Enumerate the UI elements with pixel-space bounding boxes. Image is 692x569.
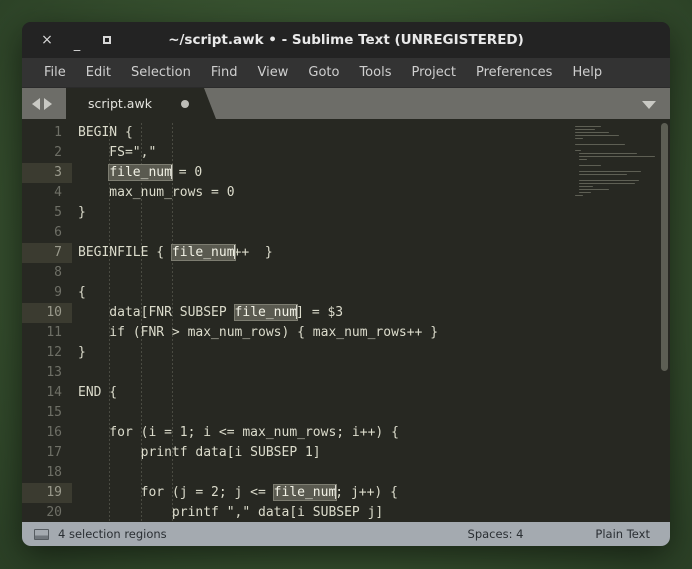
menu-item-goto[interactable]: Goto bbox=[298, 61, 349, 84]
code-text: data[FNR SUBSEP bbox=[78, 305, 235, 320]
tab-script-awk[interactable]: script.awk bbox=[66, 88, 216, 119]
tab-bar: script.awk bbox=[22, 88, 670, 119]
line-number-18[interactable]: 18 bbox=[22, 463, 72, 483]
line-number-9[interactable]: 9 bbox=[22, 283, 72, 303]
selection-region[interactable]: file_num bbox=[108, 164, 173, 181]
code-line-8[interactable] bbox=[78, 263, 569, 283]
status-bar: 4 selection regions Spaces: 4 Plain Text bbox=[22, 522, 670, 546]
tab-prev-icon[interactable] bbox=[32, 97, 40, 110]
tab-unsaved-dot-icon[interactable] bbox=[181, 99, 189, 108]
line-number-11[interactable]: 11 bbox=[22, 323, 72, 343]
code-text: = 0 bbox=[170, 165, 203, 180]
menu-item-help[interactable]: Help bbox=[562, 61, 612, 84]
line-number-1[interactable]: 1 bbox=[22, 123, 72, 143]
code-text: ; j++) { bbox=[335, 485, 398, 500]
line-number-3[interactable]: 3 bbox=[22, 163, 72, 183]
code-line-18[interactable] bbox=[78, 463, 569, 483]
line-number-19[interactable]: 19 bbox=[22, 483, 72, 503]
code-line-15[interactable] bbox=[78, 403, 569, 423]
line-number-16[interactable]: 16 bbox=[22, 423, 72, 443]
status-selection-info: 4 selection regions bbox=[58, 527, 167, 541]
menu-item-view[interactable]: View bbox=[248, 61, 299, 84]
code-line-14[interactable]: END { bbox=[78, 383, 569, 403]
tab-nav-arrows bbox=[22, 88, 60, 119]
scrollbar-thumb[interactable] bbox=[661, 123, 668, 371]
minimize-icon[interactable]: _ bbox=[62, 25, 92, 56]
code-line-9[interactable]: { bbox=[78, 283, 569, 303]
sublime-text-window: × _ ~/script.awk • - Sublime Text (UNREG… bbox=[22, 22, 670, 546]
line-number-5[interactable]: 5 bbox=[22, 203, 72, 223]
code-line-17[interactable]: printf data[i SUBSEP 1] bbox=[78, 443, 569, 463]
code-line-16[interactable]: for (i = 1; i <= max_num_rows; i++) { bbox=[78, 423, 569, 443]
code-text: ++ } bbox=[233, 245, 273, 260]
code-line-3[interactable]: file_num = 0 bbox=[78, 163, 569, 183]
menu-item-preferences[interactable]: Preferences bbox=[466, 61, 562, 84]
minimap-line bbox=[569, 197, 659, 200]
menu-item-edit[interactable]: Edit bbox=[76, 61, 121, 84]
line-number-14[interactable]: 14 bbox=[22, 383, 72, 403]
close-icon[interactable]: × bbox=[32, 27, 62, 53]
title-bar: × _ ~/script.awk • - Sublime Text (UNREG… bbox=[22, 22, 670, 58]
menu-item-find[interactable]: Find bbox=[201, 61, 248, 84]
status-syntax[interactable]: Plain Text bbox=[595, 527, 650, 541]
line-number-2[interactable]: 2 bbox=[22, 143, 72, 163]
line-number-20[interactable]: 20 bbox=[22, 503, 72, 522]
menu-bar: File Edit Selection Find View Goto Tools… bbox=[22, 58, 670, 88]
code-text: BEGINFILE { bbox=[78, 245, 172, 260]
line-number-15[interactable]: 15 bbox=[22, 403, 72, 423]
minimap[interactable] bbox=[569, 119, 659, 522]
editor-area[interactable]: 1234567891011121314151617181920212223242… bbox=[22, 119, 670, 522]
line-number-4[interactable]: 4 bbox=[22, 183, 72, 203]
code-line-20[interactable]: printf "," data[i SUBSEP j] bbox=[78, 503, 569, 522]
code-line-12[interactable]: } bbox=[78, 343, 569, 363]
line-number-gutter: 1234567891011121314151617181920212223242… bbox=[22, 119, 72, 522]
code-line-6[interactable] bbox=[78, 223, 569, 243]
tab-next-icon[interactable] bbox=[44, 97, 52, 110]
menu-item-file[interactable]: File bbox=[34, 61, 76, 84]
menu-item-tools[interactable]: Tools bbox=[349, 61, 401, 84]
vertical-scrollbar[interactable] bbox=[659, 119, 670, 522]
line-number-8[interactable]: 8 bbox=[22, 263, 72, 283]
selection-region[interactable]: file_num bbox=[233, 304, 299, 321]
code-line-10[interactable]: data[FNR SUBSEP file_num] = $3 bbox=[78, 303, 569, 323]
menu-item-selection[interactable]: Selection bbox=[121, 61, 201, 84]
tab-label: script.awk bbox=[88, 96, 152, 111]
status-indentation[interactable]: Spaces: 4 bbox=[468, 527, 524, 541]
selection-region[interactable]: file_num bbox=[170, 244, 236, 261]
code-text: ] = $3 bbox=[296, 305, 344, 320]
code-text: for (j = 2; j <= bbox=[78, 485, 274, 500]
code-line-1[interactable]: BEGIN { bbox=[78, 123, 569, 143]
menu-item-project[interactable]: Project bbox=[401, 61, 465, 84]
line-number-13[interactable]: 13 bbox=[22, 363, 72, 383]
code-line-13[interactable] bbox=[78, 363, 569, 383]
console-icon[interactable] bbox=[34, 528, 49, 540]
line-number-10[interactable]: 10 bbox=[22, 303, 72, 323]
code-line-7[interactable]: BEGINFILE { file_num++ } bbox=[78, 243, 569, 263]
code-line-2[interactable]: FS="," bbox=[78, 143, 569, 163]
maximize-icon[interactable] bbox=[92, 27, 122, 53]
line-number-12[interactable]: 12 bbox=[22, 343, 72, 363]
code-line-19[interactable]: for (j = 2; j <= file_num; j++) { bbox=[78, 483, 569, 503]
code-line-5[interactable]: } bbox=[78, 203, 569, 223]
window-controls: × _ bbox=[22, 25, 122, 56]
code-line-4[interactable]: max_num_rows = 0 bbox=[78, 183, 569, 203]
code-line-11[interactable]: if (FNR > max_num_rows) { max_num_rows++… bbox=[78, 323, 569, 343]
selection-region[interactable]: file_num bbox=[272, 484, 338, 501]
line-number-7[interactable]: 7 bbox=[22, 243, 72, 263]
tab-list-dropdown-icon[interactable] bbox=[642, 101, 656, 109]
code-content[interactable]: BEGIN { FS="," file_num = 0 max_num_rows… bbox=[72, 119, 569, 522]
line-number-17[interactable]: 17 bbox=[22, 443, 72, 463]
line-number-6[interactable]: 6 bbox=[22, 223, 72, 243]
